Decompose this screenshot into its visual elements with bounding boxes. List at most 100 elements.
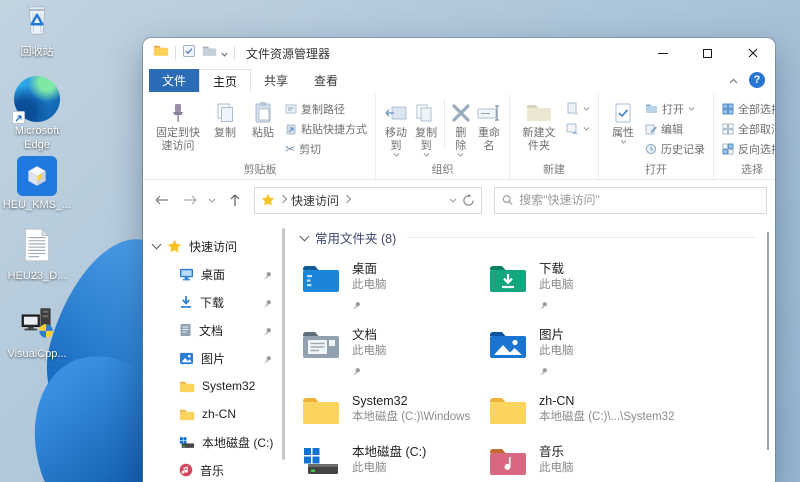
desktop-icon-heu-kms[interactable]: HEU_KMS_...	[0, 156, 74, 213]
paste-shortcut-button[interactable]: 粘贴快捷方式	[282, 119, 370, 138]
new-item-icon	[567, 102, 579, 115]
forward-button[interactable]	[177, 187, 202, 213]
search-box[interactable]	[494, 186, 767, 214]
desktop-icon-microsoft-edge[interactable]: Microsoft Edge	[0, 76, 74, 153]
desktop-icon-recycle-bin[interactable]: 回收站	[0, 2, 74, 60]
new-item-button[interactable]	[563, 99, 593, 118]
button-label: 打开	[662, 103, 684, 116]
file-explorer-window: 文件资源管理器 文件 主页 共享 查看 ? 固定到快速访问 复制 粘贴 复制路径…	[143, 38, 775, 482]
music-folder-icon	[488, 445, 528, 482]
paste-button[interactable]: 粘贴	[244, 96, 282, 142]
sidebar-item-music[interactable]: 音乐	[143, 456, 285, 482]
folder-item-documents[interactable]: 文档 此电脑	[301, 327, 488, 381]
folder-location: 此电脑	[539, 345, 574, 358]
desktop-icon-heu-doc[interactable]: HEU23_D...	[0, 227, 74, 284]
delete-button[interactable]: 删除	[448, 96, 474, 159]
folder-icon	[488, 394, 528, 432]
copy-button[interactable]: 复制	[206, 96, 244, 142]
main-scrollbar[interactable]	[767, 232, 769, 450]
back-button[interactable]	[149, 187, 174, 213]
folder-item-local-disk-c[interactable]: 本地磁盘 (C:) 此电脑	[301, 444, 488, 482]
pin-icon	[263, 269, 272, 283]
frequent-folders-header[interactable]: 常用文件夹 (8)	[299, 228, 755, 247]
history-button[interactable]: 历史记录	[642, 139, 708, 158]
sidebar-item-zh-cn[interactable]: zh-CN	[143, 400, 285, 428]
folder-name: 图片	[539, 327, 565, 342]
edit-button[interactable]: 编辑	[642, 119, 708, 138]
copy-icon	[215, 98, 235, 127]
group-inner-separator	[444, 98, 445, 149]
rename-button[interactable]: 重命名	[474, 96, 504, 155]
pin-icon	[539, 363, 574, 381]
folder-item-pictures[interactable]: 图片 此电脑	[488, 327, 675, 381]
help-button[interactable]: ?	[749, 72, 765, 88]
explorer-app-icon	[153, 44, 169, 62]
tab-share[interactable]: 共享	[251, 69, 301, 92]
sidebar-item-label: 音乐	[200, 463, 225, 478]
dropdown-chevron-icon	[393, 153, 399, 158]
button-label: 复制	[214, 127, 236, 139]
breadcrumb-item[interactable]: 快速访问	[291, 192, 339, 209]
maximize-button[interactable]	[685, 38, 730, 68]
invert-selection-button[interactable]: 反向选择	[719, 139, 775, 158]
collapse-ribbon-icon[interactable]	[729, 71, 738, 89]
move-to-button[interactable]: 移动到	[381, 96, 411, 159]
copy-to-button[interactable]: 复制到	[411, 96, 441, 159]
recent-locations-chevron-icon[interactable]	[205, 187, 219, 213]
qat-new-folder-icon[interactable]	[202, 44, 217, 62]
text-document-icon	[23, 227, 51, 267]
desktop-icon-label: VisualCpp...	[7, 348, 67, 360]
dropdown-chevron-icon	[583, 126, 590, 131]
tab-home[interactable]: 主页	[199, 69, 252, 92]
pin-to-quick-access-button[interactable]: 固定到快速访问	[150, 96, 206, 155]
tab-view[interactable]: 查看	[301, 69, 351, 92]
button-label: 全部取消	[738, 123, 775, 136]
quick-access-star-icon	[167, 239, 182, 252]
section-collapse-icon[interactable]	[299, 231, 310, 241]
titlebar[interactable]: 文件资源管理器	[143, 38, 775, 68]
folder-item-music[interactable]: 音乐 此电脑	[488, 444, 675, 482]
folder-item-downloads[interactable]: 下载 此电脑	[488, 261, 675, 315]
folder-item-system32[interactable]: System32 本地磁盘 (C:)\Windows	[301, 393, 488, 432]
paste-icon	[254, 98, 272, 127]
folder-item-zh-cn[interactable]: zh-CN 本地磁盘 (C:)\...\System32	[488, 393, 675, 432]
sidebar-item-desktop[interactable]: 桌面	[143, 260, 285, 288]
qat-customize-chevron-icon[interactable]	[221, 44, 228, 62]
sidebar-item-local-disk-c[interactable]: 本地磁盘 (C:)	[143, 428, 285, 456]
easy-access-button[interactable]	[563, 119, 593, 138]
sidebar-item-pictures[interactable]: 图片	[143, 344, 285, 372]
search-input[interactable]	[519, 193, 759, 207]
up-button[interactable]	[222, 187, 247, 213]
tab-file[interactable]: 文件	[149, 69, 200, 92]
new-folder-button[interactable]: 新建文件夹	[515, 96, 563, 155]
cut-button[interactable]: ✂ 剪切	[282, 139, 370, 158]
address-dropdown-icon[interactable]	[449, 198, 457, 203]
button-label: 反向选择	[738, 143, 775, 156]
address-bar[interactable]: 快速访问	[254, 186, 482, 214]
desktop-icon-visualcpp[interactable]: VisualCpp...	[0, 306, 74, 362]
button-label: 粘贴	[252, 127, 274, 139]
documents-icon	[180, 324, 191, 336]
folder-item-desktop[interactable]: 桌面 此电脑	[301, 261, 488, 315]
sidebar-item-system32[interactable]: System32	[143, 372, 285, 400]
sidebar-item-quick-access[interactable]: 快速访问	[143, 232, 285, 260]
edit-icon	[645, 124, 657, 134]
qat-properties-icon[interactable]	[182, 44, 196, 63]
group-label-clipboard: 剪贴板	[243, 164, 277, 176]
expanded-chevron-icon[interactable]	[151, 239, 162, 250]
open-button[interactable]: 打开	[642, 99, 708, 118]
minimize-button[interactable]	[640, 38, 685, 68]
close-button[interactable]	[730, 38, 775, 68]
sidebar-item-documents[interactable]: 文档	[143, 316, 285, 344]
window-title: 文件资源管理器	[246, 46, 331, 61]
refresh-icon[interactable]	[462, 193, 475, 207]
address-row: 快速访问	[143, 180, 775, 220]
select-none-button[interactable]: 全部取消	[719, 119, 775, 138]
ribbon-group-new: 新建文件夹 新建	[510, 94, 599, 179]
select-all-button[interactable]: 全部选择	[719, 99, 775, 118]
desktop-icon-label: 回收站	[20, 46, 54, 58]
copy-path-button[interactable]: 复制路径	[282, 99, 370, 118]
sidebar-item-downloads[interactable]: 下载	[143, 288, 285, 316]
properties-button[interactable]: 属性	[604, 96, 642, 146]
folder-name: zh-CN	[539, 393, 575, 408]
